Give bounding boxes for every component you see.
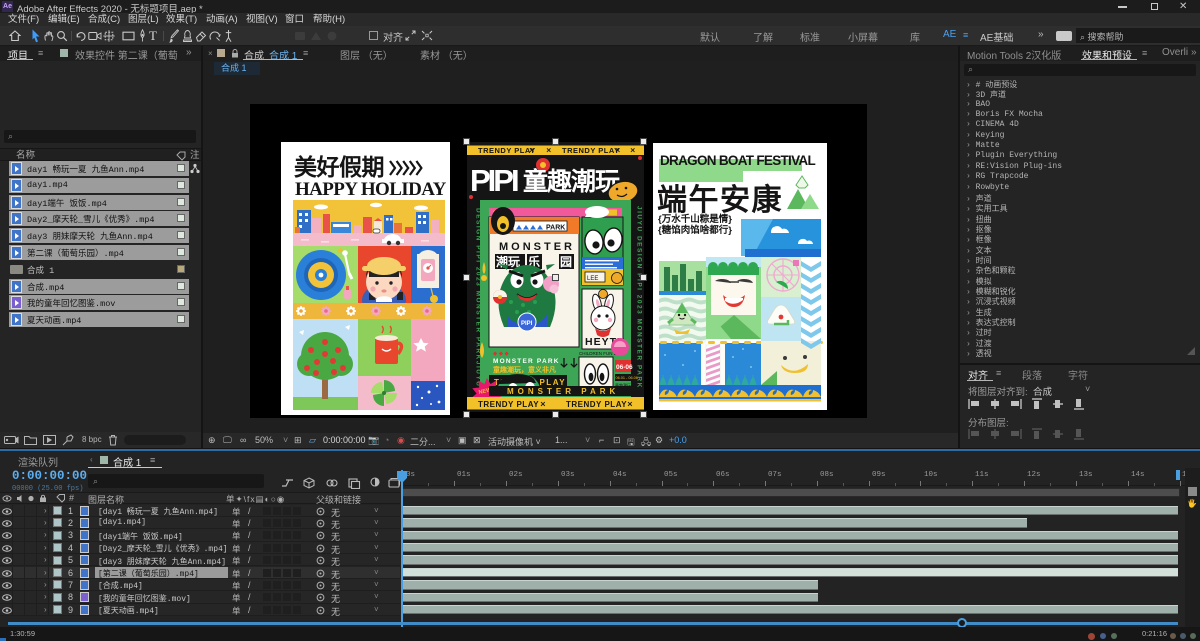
svg-text:✕: ✕ — [540, 402, 546, 409]
svg-text:园: 园 — [560, 255, 572, 269]
svg-text:✕: ✕ — [630, 148, 636, 155]
svg-text:JIUYU DESIGN PIPI 2023 MONSTER: JIUYU DESIGN PIPI 2023 MONSTER PARK — [636, 206, 643, 389]
svg-text:童趣潮玩，意义非凡: 童趣潮玩，意义非凡 — [493, 365, 556, 374]
svg-text:PIPI: PIPI — [470, 163, 518, 198]
svg-text:TRENDY PLAY: TRENDY PLAY — [478, 146, 536, 155]
svg-text:06.01 - 06.06: 06.01 - 06.06 — [616, 376, 638, 380]
svg-text:✕: ✕ — [627, 402, 633, 409]
svg-text:06-06: 06-06 — [616, 364, 633, 371]
svg-text:TRENDY PLAY: TRENDY PLAY — [478, 400, 539, 409]
svg-text:{万水千山粽是情}: {万水千山粽是情} — [658, 213, 732, 225]
svg-text:HAPPY HOLIDAY: HAPPY HOLIDAY — [295, 179, 447, 200]
svg-text:潮玩: 潮玩 — [496, 254, 520, 269]
svg-text:◆ ◆ ◆: ◆ ◆ ◆ — [493, 351, 510, 357]
svg-text:DRAGON BOAT FESTIVAL: DRAGON BOAT FESTIVAL — [660, 153, 815, 168]
svg-text:PARK: PARK — [546, 225, 565, 232]
svg-text:美好假期: 美好假期 — [294, 154, 384, 180]
svg-text:LEE: LEE — [587, 276, 598, 282]
svg-text:✕: ✕ — [529, 148, 535, 155]
svg-text:童趣潮玩: 童趣潮玩 — [523, 167, 620, 196]
svg-text:{糖馅肉馅啥都行}: {糖馅肉馅啥都行} — [658, 224, 732, 236]
svg-text:TRENDY PLAY: TRENDY PLAY — [566, 400, 627, 409]
svg-text:PIPI: PIPI — [521, 321, 533, 327]
svg-text:MONSTER PARK: MONSTER PARK — [493, 358, 560, 365]
svg-text:端午安康: 端午安康 — [657, 183, 783, 217]
svg-text:MONSTER: MONSTER — [499, 241, 575, 253]
svg-text:✕: ✕ — [615, 148, 621, 155]
svg-text:TRENDY PLAY: TRENDY PLAY — [562, 146, 620, 155]
svg-text:MONSTER PARK: MONSTER PARK — [507, 387, 619, 396]
svg-text:✕: ✕ — [546, 148, 552, 155]
